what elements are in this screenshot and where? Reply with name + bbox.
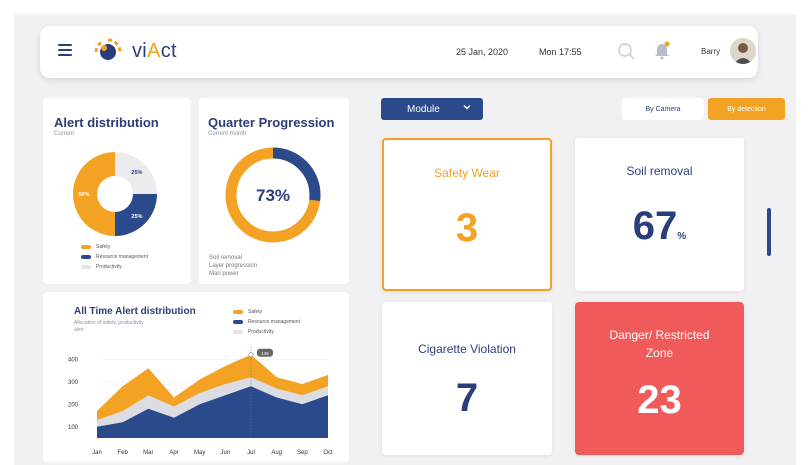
stat-card-danger-zone[interactable]: Danger/ Restricted Zone 23: [575, 302, 744, 455]
list-item: Soil removal: [209, 255, 243, 261]
chart-legend-swatch: [233, 330, 243, 334]
module-dropdown[interactable]: Module: [381, 98, 483, 120]
x-tick-label: Jan: [92, 450, 102, 456]
quarter-progression-list: Soil removal Layer progression Man power: [209, 254, 257, 278]
stat-value: 23: [637, 378, 682, 422]
y-tick-label: 400: [68, 357, 79, 363]
legend-item-productivity: Productivity: [81, 264, 122, 270]
y-tick-label: 200: [68, 402, 79, 408]
alert-distribution-subtitle: Current: [54, 131, 75, 137]
donut-slice-label: 50%: [78, 192, 89, 198]
x-tick-label: Jun: [220, 450, 230, 456]
brand-name: viAct: [132, 40, 177, 62]
x-tick-label: Aug: [271, 450, 282, 456]
list-item: Layer progression: [209, 263, 258, 269]
legend-item-safety: Safety: [81, 244, 110, 250]
quarter-progression-title: Quarter Progression: [208, 115, 335, 130]
quarter-progress-value: 73%: [255, 186, 291, 205]
chart-legend-productivity: Productivity: [233, 329, 274, 335]
list-item: Man power: [209, 271, 239, 277]
stat-label-line-2: Zone: [645, 346, 674, 360]
chevron-down-icon: [463, 105, 471, 110]
x-tick-label: Apr: [169, 450, 178, 456]
all-time-alert-card: All Time Alert distribution Allocation o…: [43, 292, 349, 462]
user-avatar[interactable]: [730, 38, 756, 64]
vertical-scrollbar[interactable]: [767, 208, 771, 256]
alert-distribution-title: Alert distribution: [54, 115, 159, 130]
top-header: viAct 25 Jan, 2020 Mon 17:55 Barry: [40, 26, 758, 78]
tooltip-marker[interactable]: [248, 352, 254, 358]
chart-legend-swatch: [233, 320, 243, 324]
stat-card-cigarette-violation[interactable]: Cigarette Violation 7: [382, 302, 552, 455]
donut-slice-label: 25%: [131, 170, 142, 176]
x-tick-label: May: [194, 450, 205, 456]
all-time-subtitle-1: Allocation of safety, productivity: [74, 320, 144, 326]
stat-label: Cigarette Violation: [418, 342, 516, 356]
y-tick-label: 100: [68, 425, 79, 431]
user-name[interactable]: Barry: [701, 47, 720, 56]
header-time: Mon 17:55: [539, 47, 582, 57]
donut-slice-label: 25%: [131, 214, 142, 220]
stat-value: 3: [455, 206, 479, 250]
chart-legend-swatch: [233, 310, 243, 314]
all-time-area-chart: 100 200 300 400 145 Jan Feb Mar Apr May Jun Jul Aug S…: [68, 346, 333, 456]
notification-bell-icon[interactable]: [653, 40, 671, 60]
x-tick-label: Oct: [323, 450, 333, 456]
stat-label-line-1: Danger/ Restricted: [609, 328, 710, 342]
header-date: 25 Jan, 2020: [456, 47, 509, 57]
legend-swatch-safety: [81, 245, 91, 249]
alert-distribution-donut: 25% 25% 50%: [73, 152, 157, 236]
x-tick-label: Sep: [297, 450, 308, 456]
quarter-progression-card: Quarter Progression Current month 73% So…: [199, 98, 349, 284]
alert-distribution-card: Alert distribution Current 25% 25% 50% Saf…: [43, 98, 191, 284]
stat-label: Soil removal: [626, 164, 693, 178]
all-time-title: All Time Alert distribution: [74, 306, 196, 317]
tooltip-value: 145: [261, 351, 269, 356]
y-tick-label: 300: [68, 380, 79, 386]
legend-swatch-resource: [81, 255, 91, 259]
legend-item-resource: Resource management: [81, 254, 148, 260]
module-dropdown-label: Module: [407, 103, 440, 115]
stat-card-soil-removal[interactable]: Soil removal 67%: [575, 138, 744, 291]
chart-legend-resource: Resource management: [233, 319, 300, 325]
quarter-progression-subtitle: Current month: [208, 131, 247, 137]
x-tick-label: Mar: [143, 450, 153, 456]
stat-label: Safety Wear: [434, 166, 500, 180]
x-tick-label: Feb: [117, 450, 128, 456]
chart-legend-safety: Safety: [233, 309, 262, 315]
search-icon[interactable]: [616, 41, 636, 61]
viact-logo-icon: [94, 38, 122, 60]
x-tick-label: Jul: [247, 450, 255, 456]
stat-card-safety-wear[interactable]: Safety Wear 3: [382, 138, 552, 291]
stat-unit: %: [677, 231, 687, 242]
stat-value: 7: [455, 376, 479, 420]
by-detection-toggle[interactable]: By detection: [708, 98, 785, 120]
hamburger-menu-icon[interactable]: [58, 44, 72, 56]
all-time-subtitle-2: alert: [74, 327, 84, 333]
legend-swatch-productivity: [81, 265, 91, 269]
stat-value: 67: [632, 204, 678, 248]
stat-value-row: 67%: [575, 204, 744, 249]
user-portrait-icon: [730, 38, 756, 64]
by-camera-toggle[interactable]: By Camera: [622, 98, 704, 120]
